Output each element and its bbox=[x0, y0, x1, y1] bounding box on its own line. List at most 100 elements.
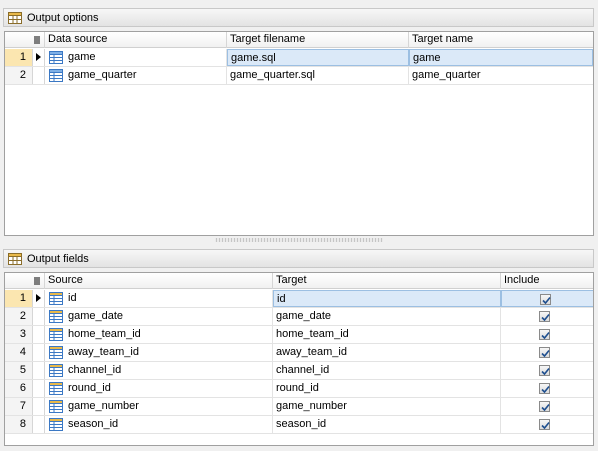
table-row[interactable]: 8 season_id season_id bbox=[5, 416, 593, 434]
target-cell[interactable]: away_team_id bbox=[273, 344, 501, 361]
row-marker bbox=[33, 308, 45, 325]
row-marker bbox=[33, 362, 45, 379]
table-row[interactable]: 4 away_team_id away_team_id bbox=[5, 344, 593, 362]
output-options-grid[interactable]: Data source Target filename Target name … bbox=[4, 31, 594, 236]
row-marker bbox=[33, 398, 45, 415]
include-cell[interactable] bbox=[501, 326, 593, 343]
include-cell[interactable] bbox=[501, 380, 593, 397]
column-chooser-icon[interactable] bbox=[34, 277, 40, 285]
target-cell[interactable]: game_number bbox=[273, 398, 501, 415]
source-cell[interactable]: game_number bbox=[65, 398, 273, 415]
include-checkbox[interactable] bbox=[539, 401, 550, 412]
row-number: 1 bbox=[5, 290, 33, 307]
include-cell[interactable] bbox=[501, 344, 593, 361]
row-marker bbox=[33, 416, 45, 433]
target-cell[interactable]: season_id bbox=[273, 416, 501, 433]
row-number: 2 bbox=[5, 308, 33, 325]
row-number: 7 bbox=[5, 398, 33, 415]
include-checkbox[interactable] bbox=[539, 419, 550, 430]
checkmark-icon bbox=[541, 403, 550, 412]
row-pointer-icon bbox=[36, 53, 41, 61]
include-checkbox[interactable] bbox=[539, 365, 550, 376]
row-marker bbox=[33, 344, 45, 361]
source-cell[interactable]: id bbox=[65, 290, 273, 307]
table-row[interactable]: 2 game_quarter game_quarter.sql game_qua… bbox=[5, 67, 593, 85]
source-cell[interactable]: season_id bbox=[65, 416, 273, 433]
checkmark-icon bbox=[542, 296, 551, 305]
output-fields-grid[interactable]: Source Target Include 1 id id 2 game_date gam… bbox=[4, 272, 594, 446]
table-row[interactable]: 2 game_date game_date bbox=[5, 308, 593, 326]
column-include[interactable]: Include bbox=[501, 273, 593, 289]
target-cell[interactable]: game_date bbox=[273, 308, 501, 325]
data-source-cell[interactable]: game bbox=[65, 49, 227, 66]
target-name-cell[interactable]: game bbox=[409, 49, 593, 66]
data-source-cell[interactable]: game_quarter bbox=[65, 67, 227, 84]
table-grid-icon bbox=[8, 252, 22, 265]
target-filename-cell[interactable]: game.sql bbox=[227, 49, 409, 66]
output-options-title: Output options bbox=[27, 11, 99, 24]
target-name-cell[interactable]: game_quarter bbox=[409, 67, 593, 84]
include-cell[interactable] bbox=[501, 290, 593, 307]
table-row[interactable]: 1 game game.sql game bbox=[5, 49, 593, 67]
row-marker bbox=[33, 67, 45, 84]
splitter-handle[interactable] bbox=[215, 238, 383, 242]
checkmark-icon bbox=[541, 385, 550, 394]
include-cell[interactable] bbox=[501, 308, 593, 325]
source-cell[interactable]: round_id bbox=[65, 380, 273, 397]
column-indicator bbox=[5, 32, 45, 48]
target-filename-cell[interactable]: game_quarter.sql bbox=[227, 67, 409, 84]
output-fields-title: Output fields bbox=[27, 252, 89, 265]
target-cell[interactable]: home_team_id bbox=[273, 326, 501, 343]
target-cell[interactable]: channel_id bbox=[273, 362, 501, 379]
target-cell[interactable]: round_id bbox=[273, 380, 501, 397]
row-number: 6 bbox=[5, 380, 33, 397]
output-options-header[interactable]: Output options bbox=[3, 8, 594, 27]
include-checkbox[interactable] bbox=[539, 383, 550, 394]
column-source[interactable]: Source bbox=[45, 273, 273, 289]
grid-header: Source Target Include bbox=[5, 273, 593, 289]
table-row[interactable]: 7 game_number game_number bbox=[5, 398, 593, 416]
output-fields-header[interactable]: Output fields bbox=[3, 249, 594, 268]
checkmark-icon bbox=[541, 313, 550, 322]
table-row[interactable]: 6 round_id round_id bbox=[5, 380, 593, 398]
include-checkbox[interactable] bbox=[539, 311, 550, 322]
include-cell[interactable] bbox=[501, 398, 593, 415]
column-chooser-icon[interactable] bbox=[34, 36, 40, 44]
row-number: 2 bbox=[5, 67, 33, 84]
source-cell[interactable]: game_date bbox=[65, 308, 273, 325]
source-cell[interactable]: home_team_id bbox=[65, 326, 273, 343]
row-number: 4 bbox=[5, 344, 33, 361]
column-indicator bbox=[5, 273, 45, 289]
include-cell[interactable] bbox=[501, 362, 593, 379]
row-pointer-icon bbox=[36, 294, 41, 302]
field-icon bbox=[49, 364, 63, 377]
row-number: 3 bbox=[5, 326, 33, 343]
row-marker bbox=[33, 326, 45, 343]
row-marker bbox=[33, 380, 45, 397]
field-icon bbox=[49, 418, 63, 431]
table-row[interactable]: 5 channel_id channel_id bbox=[5, 362, 593, 380]
table-row[interactable]: 1 id id bbox=[5, 290, 593, 308]
column-target-filename[interactable]: Target filename bbox=[227, 32, 409, 48]
column-target-name[interactable]: Target name bbox=[409, 32, 593, 48]
row-number: 8 bbox=[5, 416, 33, 433]
include-checkbox[interactable] bbox=[540, 294, 551, 305]
field-icon bbox=[49, 292, 63, 305]
include-checkbox[interactable] bbox=[539, 347, 550, 358]
source-cell[interactable]: channel_id bbox=[65, 362, 273, 379]
row-number: 5 bbox=[5, 362, 33, 379]
source-cell[interactable]: away_team_id bbox=[65, 344, 273, 361]
checkmark-icon bbox=[541, 367, 550, 376]
include-cell[interactable] bbox=[501, 416, 593, 433]
current-row-marker bbox=[33, 290, 45, 307]
table-row[interactable]: 3 home_team_id home_team_id bbox=[5, 326, 593, 344]
table-icon bbox=[49, 51, 63, 64]
field-icon bbox=[49, 346, 63, 359]
column-data-source[interactable]: Data source bbox=[45, 32, 227, 48]
include-checkbox[interactable] bbox=[539, 329, 550, 340]
table-grid-icon bbox=[8, 11, 22, 24]
field-icon bbox=[49, 382, 63, 395]
target-cell[interactable]: id bbox=[273, 290, 501, 307]
column-target[interactable]: Target bbox=[273, 273, 501, 289]
current-row-marker bbox=[33, 49, 45, 66]
